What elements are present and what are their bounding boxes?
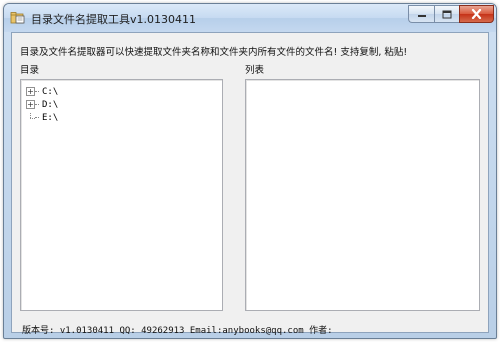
tree-item-d-drive[interactable]: + D:\ [21,98,58,111]
expand-plus-icon[interactable]: + [26,100,35,109]
tree-item-c-drive[interactable]: + C:\ [21,85,58,98]
directory-tree[interactable]: + C:\ + D:\ E:\ [20,79,223,311]
minimize-icon [417,15,426,17]
maximize-icon [442,10,452,18]
description-text: 目录及文件名提取器可以快速提取文件夹名称和文件夹内所有文件的文件名! 支持复制,… [20,47,408,58]
window-title: 目录文件名提取工具v1.0130411 [31,13,196,26]
tree-connector [35,91,39,92]
tree-item-e-drive[interactable]: E:\ [21,111,58,124]
tree-item-label: D:\ [42,99,59,110]
file-list[interactable] [245,79,480,311]
expand-plus-icon[interactable]: + [26,87,35,96]
app-window: 目录文件名提取工具v1.0130411 目录及文件名提取器可以快速提取文件夹名称… [3,3,497,339]
version-info: 版本号: v1.0130411 QQ: 49262913 Email:anybo… [22,326,333,336]
minimize-button[interactable] [408,5,434,23]
list-label: 列表 [245,65,265,76]
directory-label: 目录 [20,65,40,76]
maximize-button[interactable] [434,5,459,23]
tree-item-label: E:\ [42,112,59,123]
tree-connector [35,117,39,118]
close-icon [471,9,482,19]
status-bar: 版本号: v1.0130411 QQ: 49262913 Email:anybo… [11,323,489,337]
folder-tool-icon [10,12,25,24]
tree-item-label: C:\ [42,86,59,97]
tree-line-icon [26,113,35,122]
close-button[interactable] [459,5,494,23]
tree-connector [35,104,39,105]
title-bar[interactable]: 目录文件名提取工具v1.0130411 [4,4,496,32]
client-area: 目录及文件名提取器可以快速提取文件夹名称和文件夹内所有文件的文件名! 支持复制,… [11,32,489,333]
